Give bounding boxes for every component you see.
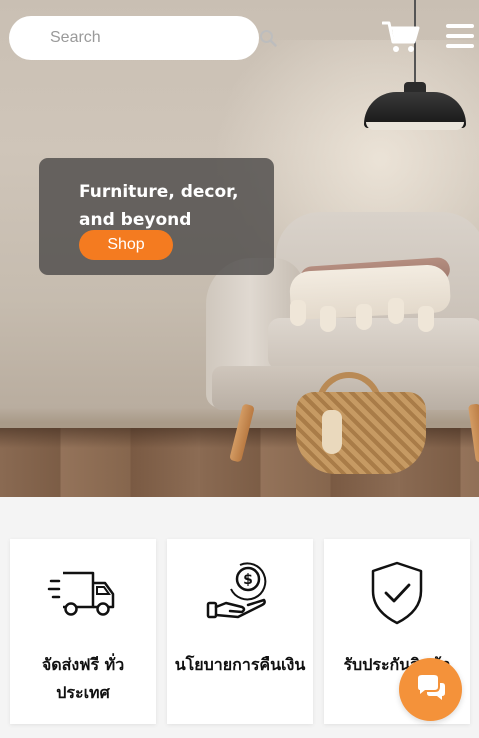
- feature-label: นโยบายการคืนเงิน: [174, 655, 306, 674]
- lamp-rim: [366, 122, 464, 130]
- pillow-tassel: [356, 304, 372, 330]
- pillow-tassel: [388, 298, 404, 324]
- search-icon[interactable]: [259, 28, 277, 48]
- shield-check-icon: [361, 561, 433, 625]
- feature-label: จัดส่งฟรี ทั่วประเทศ: [41, 655, 125, 702]
- promo-title: Furniture, decor, and beyond: [79, 182, 239, 230]
- pillow-tassel: [290, 300, 306, 326]
- pillow-tassel: [320, 306, 336, 332]
- promo-card: Furniture, decor, and beyond Shop: [39, 158, 274, 275]
- hero-banner: Furniture, decor, and beyond Shop: [0, 0, 479, 497]
- search-input[interactable]: [48, 28, 259, 48]
- feature-card-free-shipping[interactable]: จัดส่งฟรี ทั่วประเทศ: [10, 539, 156, 724]
- search-bar[interactable]: [9, 16, 277, 60]
- basket-tassel: [322, 410, 342, 454]
- money-back-icon: $: [204, 561, 276, 625]
- pillow-tassel: [418, 306, 434, 332]
- chat-button[interactable]: [399, 658, 462, 721]
- chat-bubbles-icon: [416, 674, 446, 705]
- delivery-truck-icon: [47, 561, 119, 625]
- cart-icon[interactable]: [381, 20, 420, 54]
- feature-card-refund-policy[interactable]: $ นโยบายการคืนเงิน: [167, 539, 313, 724]
- hamburger-menu-icon[interactable]: [446, 24, 474, 48]
- svg-text:$: $: [243, 572, 253, 588]
- shop-button[interactable]: Shop: [79, 230, 173, 260]
- wicker-basket: [296, 392, 426, 474]
